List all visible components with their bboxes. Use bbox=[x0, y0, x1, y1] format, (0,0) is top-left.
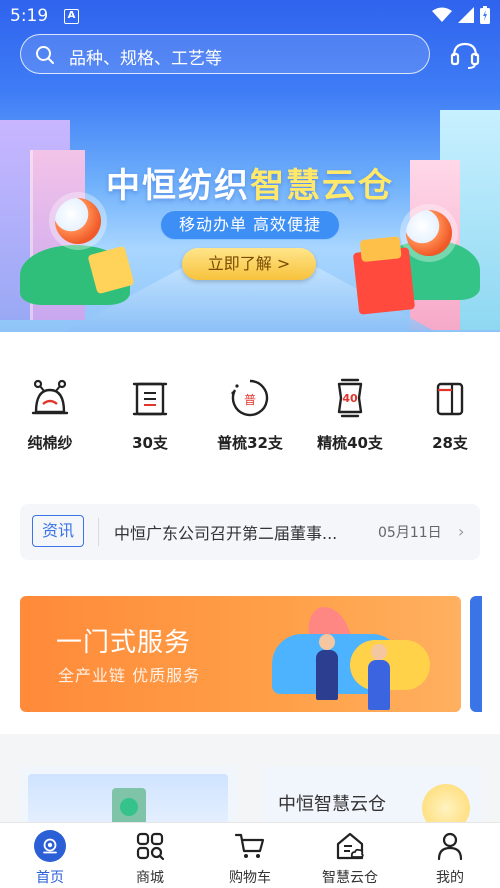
next-promo-peek[interactable] bbox=[470, 596, 482, 712]
status-icons bbox=[432, 6, 490, 24]
person-illustration bbox=[316, 634, 338, 700]
bottom-navigation: 首页 商城 购物车 智慧云仓 我的 bbox=[0, 822, 500, 888]
news-tag: 资讯 bbox=[32, 515, 84, 547]
feature-tile-cloud-warehouse[interactable]: 中恒智慧云仓 bbox=[262, 766, 482, 826]
category-label: 30支 bbox=[132, 434, 168, 452]
search-icon bbox=[36, 46, 54, 64]
chat-bubble-illustration bbox=[350, 640, 430, 690]
badge-icon: 普 bbox=[231, 379, 269, 417]
nav-item-cloud-warehouse[interactable]: 智慧云仓 bbox=[300, 823, 400, 888]
search-placeholder: 品种、规格、工艺等 bbox=[69, 49, 222, 69]
category-item-28s[interactable]: 28支 bbox=[400, 376, 500, 456]
nav-item-cart[interactable]: 购物车 bbox=[200, 823, 300, 888]
badge-text: 普 bbox=[244, 393, 256, 407]
yarn-ball-illustration bbox=[406, 210, 452, 256]
check-icon bbox=[120, 798, 138, 816]
promo-banner[interactable]: 一门式服务 全产业链 优质服务 bbox=[20, 596, 461, 712]
category-label: 精梳40支 bbox=[317, 434, 383, 452]
search-input[interactable]: 品种、规格、工艺等 bbox=[20, 34, 430, 74]
banner-title: 中恒纺织智慧云仓 bbox=[0, 158, 500, 207]
cloud-warehouse-icon bbox=[336, 832, 364, 860]
category-item-cotton-yarn[interactable]: 纯棉纱 bbox=[0, 376, 100, 456]
spool-icon bbox=[31, 379, 69, 415]
status-time: 5:19 bbox=[10, 6, 49, 26]
news-date: 05月11日 bbox=[378, 525, 442, 541]
nav-label: 智慧云仓 bbox=[322, 870, 378, 886]
status-bar: 5:19 A bbox=[0, 0, 500, 34]
feature-tile-left[interactable] bbox=[20, 766, 238, 826]
category-label: 纯棉纱 bbox=[27, 434, 73, 452]
promo-subtitle: 全产业链 优质服务 bbox=[58, 666, 201, 685]
banner-title-part2: 智慧云仓 bbox=[250, 166, 394, 206]
gift-box-illustration bbox=[352, 247, 416, 315]
category-item-30s[interactable]: 30支 bbox=[100, 376, 200, 456]
chevron-right-icon: › bbox=[458, 522, 465, 541]
learn-more-button[interactable]: 立即了解 > bbox=[182, 248, 316, 280]
category-item-combed-40s[interactable]: 40 精梳40支 bbox=[300, 376, 400, 456]
category-item-carded-32s[interactable]: 普 普梳32支 bbox=[200, 376, 300, 456]
divider bbox=[98, 518, 99, 546]
wifi-icon bbox=[432, 7, 452, 22]
person-illustration bbox=[368, 644, 390, 710]
notification-icon: A bbox=[64, 9, 79, 24]
promo-title: 一门式服务 bbox=[56, 628, 192, 658]
category-grid: 纯棉纱 30支 普 普梳32支 40 精梳40支 28支 bbox=[0, 376, 500, 456]
bobbin-icon: 40 bbox=[337, 378, 363, 418]
nav-label: 我的 bbox=[436, 870, 464, 886]
category-label: 普梳32支 bbox=[217, 434, 283, 452]
cart-icon bbox=[234, 833, 265, 858]
banner-subtitle: 移动办单 高效便捷 bbox=[160, 210, 340, 240]
nav-label: 首页 bbox=[36, 870, 64, 886]
badge-text: 40 bbox=[342, 392, 358, 405]
cylinder-icon bbox=[436, 382, 464, 416]
tile-title: 中恒智慧云仓 bbox=[278, 794, 386, 815]
nav-label: 购物车 bbox=[229, 870, 271, 886]
nav-item-profile[interactable]: 我的 bbox=[400, 823, 500, 888]
scroll-icon bbox=[132, 382, 168, 416]
nav-item-home[interactable]: 首页 bbox=[0, 823, 100, 888]
nav-label: 商城 bbox=[136, 870, 164, 886]
customer-service-icon[interactable] bbox=[448, 38, 482, 72]
banner-title-part1: 中恒纺织 bbox=[106, 166, 250, 206]
home-icon bbox=[34, 830, 66, 862]
signal-icon bbox=[458, 7, 474, 23]
category-label: 28支 bbox=[432, 434, 468, 452]
building-orb-illustration bbox=[422, 784, 470, 826]
nav-item-mall[interactable]: 商城 bbox=[100, 823, 200, 888]
main-content: 纯棉纱 30支 普 普梳32支 40 精梳40支 28支 资讯 中恒广东公司召开… bbox=[0, 332, 500, 826]
profile-icon bbox=[437, 832, 463, 861]
battery-icon bbox=[480, 6, 490, 24]
mall-icon bbox=[136, 832, 165, 861]
news-headline[interactable]: 中恒广东公司召开第二届董事... bbox=[114, 520, 337, 544]
news-ticker[interactable]: 资讯 中恒广东公司召开第二届董事... 05月11日 › bbox=[20, 504, 480, 560]
